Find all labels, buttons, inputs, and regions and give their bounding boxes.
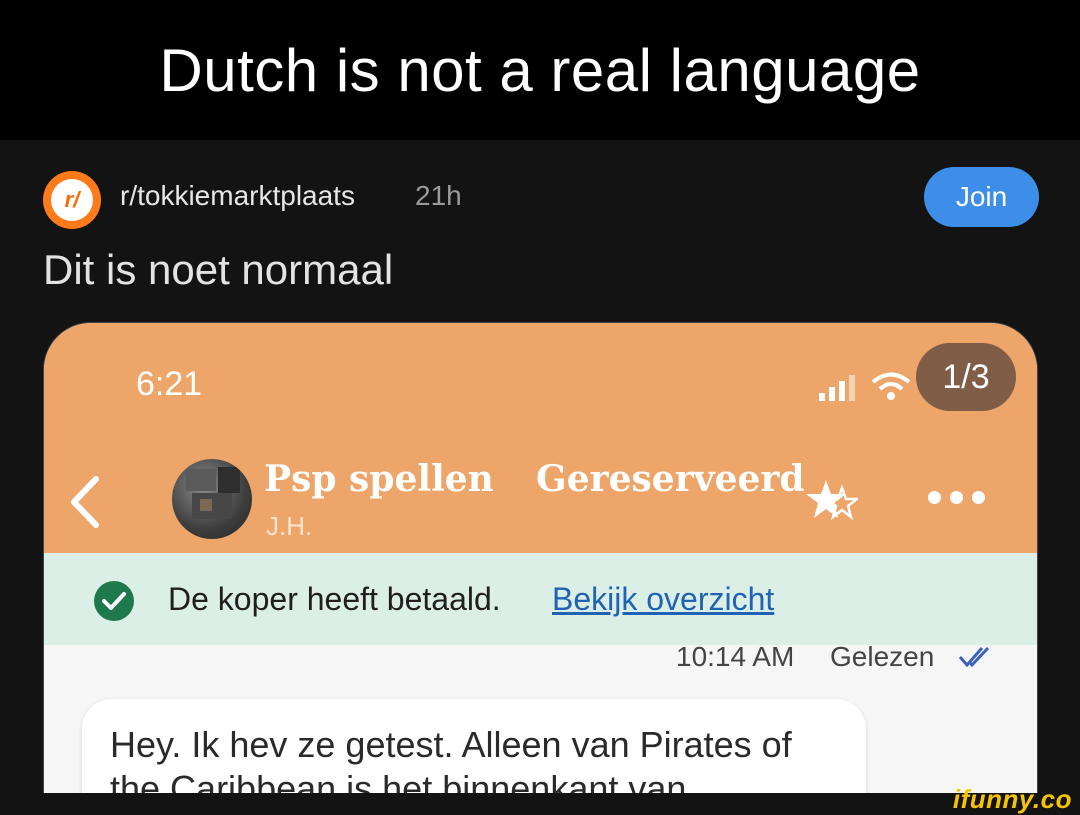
watermark-logo: ifunny.co (952, 784, 1072, 814)
post-age: 21h (415, 180, 462, 211)
subreddit-icon[interactable]: r/ (43, 171, 101, 229)
subreddit-icon-glyph: r/ (51, 179, 93, 221)
wifi-icon (871, 372, 911, 400)
back-chevron-icon[interactable] (66, 475, 102, 529)
star-icon[interactable] (806, 478, 858, 524)
post-header: r/ r/tokkiemarktplaats 21h Join (43, 167, 1039, 229)
post-title[interactable]: Dit is noet normaal (43, 246, 393, 294)
status-icons (819, 371, 911, 401)
signal-icon (819, 375, 855, 401)
paid-status-text: De koper heeft betaald. (168, 581, 501, 617)
message-timestamp: 10:14 AM (676, 641, 795, 672)
listing-title: Psp spellen (264, 458, 494, 500)
status-time: 6:21 (136, 365, 203, 403)
listing-status: Gereserveerd (536, 458, 805, 500)
post-image[interactable]: 6:21 1/3 Psp spellen Gereserveerd J.H. D… (43, 322, 1038, 795)
image-counter: 1/3 (916, 343, 1016, 411)
subreddit-name[interactable]: r/tokkiemarktplaats (120, 180, 355, 212)
message-read-status: Gelezen (830, 641, 935, 672)
check-circle-icon (94, 581, 134, 621)
join-button[interactable]: Join (924, 167, 1039, 227)
phone-header: 6:21 1/3 Psp spellen Gereserveerd J.H. (44, 323, 1037, 553)
message-bubble[interactable]: Hey. Ik hev ze getest. Alleen van Pirate… (82, 699, 866, 795)
view-overview-link[interactable]: Bekijk overzicht (552, 581, 774, 618)
paid-banner: De koper heeft betaald. Bekijk overzicht (44, 553, 1037, 645)
caption-bar: Dutch is not a real language (0, 0, 1080, 140)
meme-caption: Dutch is not a real language (159, 36, 921, 104)
bottom-strip (0, 793, 1080, 813)
message-text: Hey. Ik hev ze getest. Alleen van Pirate… (110, 724, 792, 795)
seller-avatar[interactable] (172, 459, 252, 539)
avatar-photo-icon (186, 467, 240, 519)
more-options-icon[interactable] (928, 491, 985, 504)
seller-name: J.H. (266, 511, 313, 541)
read-checkmarks-icon (958, 646, 990, 668)
